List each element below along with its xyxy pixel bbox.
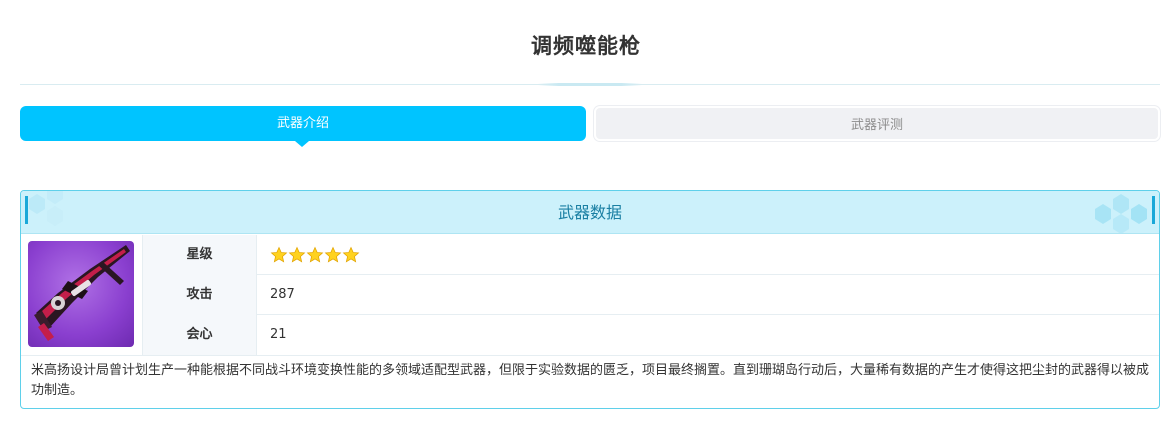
tab-weapon-review[interactable]: 武器评测 — [594, 106, 1160, 141]
hexagon-decoration-icon — [1095, 194, 1155, 234]
weapon-description: 米高扬设计局曾计划生产一种能根据不同战斗环境变换性能的多领域适配型武器，但限于实… — [31, 363, 1150, 398]
rarity-label: 星级 — [143, 235, 257, 275]
page-title: 调频噬能枪 — [531, 34, 641, 58]
active-tab-pointer — [295, 141, 309, 147]
attack-value: 287 — [270, 287, 295, 302]
star-icon — [306, 246, 324, 263]
tab-weapon-intro[interactable]: 武器介绍 — [20, 106, 586, 147]
attack-row: 攻击 287 — [143, 275, 1159, 315]
hexagon-decoration-icon — [25, 191, 63, 226]
weapon-image — [28, 241, 134, 347]
rarity-row: 星级 — [143, 235, 1159, 275]
tab-weapon-review-label: 武器评测 — [850, 118, 903, 133]
card-header: 武器数据 — [21, 191, 1159, 234]
tab-weapon-intro-label: 武器介绍 — [276, 116, 329, 131]
card-header-title: 武器数据 — [557, 203, 622, 222]
crit-row: 会心 21 — [143, 315, 1159, 355]
crit-value: 21 — [270, 327, 287, 342]
star-icon — [324, 246, 342, 263]
star-icon — [342, 246, 360, 263]
crit-label: 会心 — [143, 315, 257, 355]
attack-label: 攻击 — [143, 275, 257, 315]
weapon-image-cell — [21, 235, 143, 355]
title-divider-accent — [538, 83, 642, 86]
star-icon — [288, 246, 306, 263]
star-icon — [270, 246, 288, 263]
table-divider — [21, 355, 1159, 356]
weapon-data-card: 武器数据 星级 攻击 287 会心 21 米高扬设计局曾计划生产一种能根据不同战… — [20, 190, 1160, 409]
weapon-illustration-icon — [34, 245, 130, 341]
tab-bar: 武器介绍 武器评测 — [20, 106, 1160, 147]
rarity-stars — [270, 246, 360, 264]
weapon-info-table: 星级 攻击 287 会心 21 — [21, 235, 1159, 355]
